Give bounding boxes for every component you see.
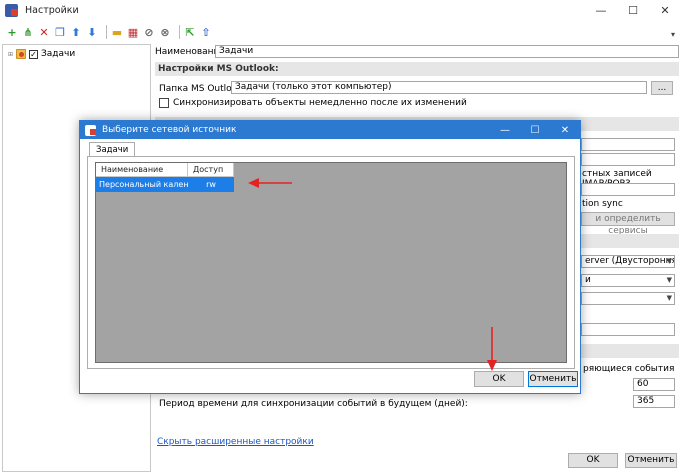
combo-3[interactable]: ▼ bbox=[581, 292, 675, 305]
outlook-folder-input[interactable]: Задачи (только этот компьютер) bbox=[231, 81, 647, 94]
add-child-icon[interactable]: ⋔ bbox=[22, 26, 34, 38]
tree-checkbox[interactable]: ✓ bbox=[29, 49, 38, 59]
cancel-button[interactable]: Отменить bbox=[625, 453, 677, 468]
delete-icon[interactable]: ✕ bbox=[38, 26, 50, 38]
copy-icon[interactable]: ❐ bbox=[54, 26, 66, 38]
sync-mode-value: erver (Двусторонняя) bbox=[585, 256, 674, 266]
tab-tasks[interactable]: Задачи bbox=[89, 142, 136, 157]
sync-option-label: tion sync bbox=[582, 199, 623, 209]
ok-button[interactable]: OK bbox=[568, 453, 618, 468]
toolbar-separator bbox=[106, 25, 107, 39]
browse-folder-button[interactable]: ... bbox=[651, 81, 673, 95]
maximize-icon[interactable]: ☐ bbox=[617, 0, 649, 20]
app-icon bbox=[5, 3, 18, 17]
toolbar: + ⋔ ✕ ❐ ⬆ ⬇ ▬ ▦ ⊘ ⊗ ⇱ ⇧ ▾ bbox=[0, 22, 681, 42]
tree-item-label: Задачи bbox=[41, 49, 76, 59]
window-controls: — ☐ ✕ bbox=[585, 0, 681, 20]
folder-icon[interactable]: ▬ bbox=[111, 26, 123, 38]
move-down-icon[interactable]: ⬇ bbox=[86, 26, 98, 38]
dialog-minimize-icon[interactable]: — bbox=[490, 121, 520, 139]
user-upload-icon[interactable]: ⇧ bbox=[200, 26, 212, 38]
hidden-input-4[interactable] bbox=[581, 323, 675, 336]
hide-advanced-link[interactable]: Скрыть расширенные настройки bbox=[157, 437, 314, 447]
hidden-input-2[interactable] bbox=[581, 153, 675, 166]
future-days-input[interactable]: 365 bbox=[633, 395, 675, 408]
row-access-cell: rw bbox=[206, 180, 216, 189]
dialog-titlebar: Выберите сетевой источник — ☐ ✕ bbox=[80, 121, 580, 139]
sync-immediately-label: Синхронизировать объекты немедленно посл… bbox=[173, 98, 467, 108]
export-icon[interactable]: ⇱ bbox=[184, 26, 196, 38]
minimize-icon[interactable]: — bbox=[585, 0, 617, 20]
dialog-ok-button[interactable]: OK bbox=[474, 371, 524, 387]
dialog-window-controls: — ☐ ✕ bbox=[490, 121, 580, 139]
move-up-icon[interactable]: ⬆ bbox=[70, 26, 82, 38]
close-icon[interactable]: ✕ bbox=[649, 0, 681, 20]
dialog-close-icon[interactable]: ✕ bbox=[550, 121, 580, 139]
window-title: Настройки bbox=[25, 4, 79, 16]
dialog-app-icon bbox=[85, 124, 96, 136]
future-period-label: Период времени для синхронизации событий… bbox=[159, 399, 468, 409]
toolbar-overflow-icon[interactable]: ▾ bbox=[671, 30, 675, 39]
dialog-cancel-button[interactable]: Отменить bbox=[528, 371, 578, 387]
toolbar-separator bbox=[179, 25, 180, 39]
row-name-cell: Персональный календарь bbox=[99, 180, 188, 189]
detect-services-button[interactable]: и определить сервисы bbox=[581, 212, 675, 236]
network-source-dialog: Выберите сетевой источник — ☐ ✕ Задачи Н… bbox=[79, 120, 581, 394]
hidden-input-3[interactable] bbox=[581, 183, 675, 196]
main-titlebar: Настройки — ☐ ✕ bbox=[0, 0, 681, 20]
column-header-name[interactable]: Наименование bbox=[96, 163, 188, 177]
chevron-down-icon[interactable]: ▼ bbox=[667, 275, 672, 286]
dialog-title: Выберите сетевой источник bbox=[102, 125, 237, 135]
tab-panel: Наименование Доступ Персональный календа… bbox=[87, 156, 575, 369]
sources-grid: Наименование Доступ Персональный календа… bbox=[95, 162, 567, 363]
tasks-folder-icon bbox=[16, 49, 26, 59]
name-input[interactable]: Задачи bbox=[215, 45, 679, 58]
recurring-events-label: ряющиеся события bbox=[583, 364, 675, 374]
chevron-down-icon[interactable]: ▼ bbox=[667, 256, 672, 267]
remove-folder-icon[interactable]: ▦ bbox=[127, 26, 139, 38]
grid-header: Наименование Доступ bbox=[96, 163, 234, 177]
outlook-section-header: Настройки MS Outlook: bbox=[155, 62, 679, 76]
column-header-access[interactable]: Доступ bbox=[188, 163, 234, 177]
table-row[interactable]: Персональный календарь rw bbox=[96, 177, 234, 192]
link-icon[interactable]: ⊘ bbox=[143, 26, 155, 38]
unlink-icon[interactable]: ⊗ bbox=[159, 26, 171, 38]
combo-2-value: и bbox=[585, 275, 591, 285]
dialog-maximize-icon[interactable]: ☐ bbox=[520, 121, 550, 139]
add-icon[interactable]: + bbox=[6, 26, 18, 38]
tree-item-tasks[interactable]: ⊞ ✓ Задачи bbox=[8, 49, 75, 59]
sync-immediately-checkbox[interactable] bbox=[159, 98, 169, 108]
hidden-input-1[interactable] bbox=[581, 138, 675, 151]
past-days-input[interactable]: 60 bbox=[633, 378, 675, 391]
tree-expander-icon[interactable]: ⊞ bbox=[8, 51, 16, 58]
chevron-down-icon[interactable]: ▼ bbox=[667, 293, 672, 304]
combo-2[interactable]: и ▼ bbox=[581, 274, 675, 287]
sync-mode-combo[interactable]: erver (Двусторонняя) ▼ bbox=[581, 255, 675, 268]
